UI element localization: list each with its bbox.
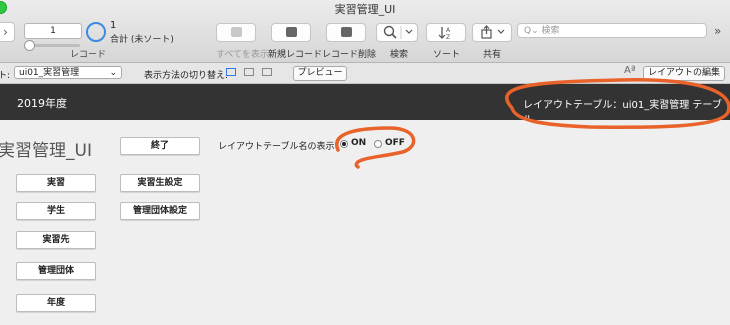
on-off-tail-stroke xyxy=(354,158,364,169)
internship-button[interactable]: 実習 xyxy=(16,174,96,192)
svg-text:Z: Z xyxy=(446,34,450,41)
svg-text:A: A xyxy=(446,27,451,34)
sort-button[interactable]: A Z xyxy=(426,23,466,42)
edit-layout-button[interactable]: レイアウトの編集 xyxy=(643,66,725,81)
toolbar-overflow-icon[interactable]: » xyxy=(714,24,721,38)
off-label: OFF xyxy=(385,138,405,148)
total-records-label: 合計 (未ソート) xyxy=(110,35,174,45)
share-label: 共有 xyxy=(483,50,502,60)
on-label: ON xyxy=(351,138,367,148)
layout-select[interactable]: ui01_実習管理 ⌄ xyxy=(14,66,122,79)
find-label: 検索 xyxy=(390,50,409,60)
trainee-settings-button[interactable]: 実習生設定 xyxy=(120,174,200,192)
form-view-icon[interactable] xyxy=(226,68,236,76)
search-placeholder: 検索 xyxy=(541,26,560,36)
found-count: 1 xyxy=(110,20,117,31)
show-all-icon xyxy=(231,27,242,37)
show-all-button[interactable] xyxy=(216,23,256,42)
view-as-label: 表示方法の切り替え: xyxy=(144,71,229,81)
table-name-toggle-label: レイアウトテーブル名の表示 xyxy=(218,142,335,152)
sort-icon: A Z xyxy=(438,27,451,41)
table-name-off-radio[interactable] xyxy=(374,140,382,148)
record-slider-handle[interactable] xyxy=(24,40,35,51)
table-view-icon[interactable] xyxy=(262,68,272,76)
year-label: 2019年度 xyxy=(17,97,67,110)
new-record-label: 新規レコード xyxy=(268,50,323,60)
new-record-icon: + xyxy=(286,26,310,37)
found-set-pie-icon xyxy=(86,22,106,42)
table-name-on-radio[interactable] xyxy=(340,140,348,148)
organization-settings-button[interactable]: 管理団体設定 xyxy=(120,202,200,220)
year-button[interactable]: 年度 xyxy=(16,294,96,312)
layout-select-value: ui01_実習管理 xyxy=(19,68,80,78)
student-button[interactable]: 学生 xyxy=(16,202,96,220)
delete-record-button[interactable]: − xyxy=(326,23,366,42)
toolbar: 実習管理_UI › 1 レコード 1 合計 (未ソート) すべてを表示 + 新規… xyxy=(0,0,730,63)
window-title: 実習管理_UI xyxy=(334,3,396,16)
share-button[interactable] xyxy=(472,23,512,42)
delete-record-icon: − xyxy=(341,25,366,37)
app-title: 実習管理_UI xyxy=(0,141,92,161)
share-icon xyxy=(481,25,505,39)
organization-button[interactable]: 管理団体 xyxy=(16,262,96,280)
exit-button[interactable]: 終了 xyxy=(120,137,200,155)
header-band: 2019年度 レイアウトテーブル：ui01_実習管理 テーブル xyxy=(0,84,730,126)
search-icon xyxy=(383,25,413,39)
layout-table-name: レイアウトテーブル：ui01_実習管理 テーブル xyxy=(523,100,722,126)
show-all-label: すべてを表示 xyxy=(216,50,269,60)
sort-label: ソート xyxy=(433,50,461,60)
search-field-icon: Q⌄ xyxy=(524,26,539,36)
formatting-bar-icon[interactable]: Aª xyxy=(624,65,636,76)
record-number-input[interactable]: 1 xyxy=(24,23,82,39)
internship-site-button[interactable]: 実習先 xyxy=(16,231,96,249)
layout-prefix-label: ト: xyxy=(0,71,11,81)
quick-find-input[interactable]: Q⌄ 検索 xyxy=(517,23,707,38)
preview-button[interactable]: プレビュー xyxy=(293,66,347,81)
find-button[interactable] xyxy=(376,23,418,42)
previous-record-button[interactable]: › xyxy=(0,22,15,42)
records-label: レコード xyxy=(70,50,107,60)
chevron-down-icon: ⌄ xyxy=(109,68,117,78)
delete-record-label: レコード削除 xyxy=(322,50,377,60)
list-view-icon[interactable] xyxy=(244,68,254,76)
layout-bar: ト: ui01_実習管理 ⌄ 表示方法の切り替え: プレビュー Aª レイアウト… xyxy=(0,63,730,84)
new-record-button[interactable]: + xyxy=(271,23,311,42)
